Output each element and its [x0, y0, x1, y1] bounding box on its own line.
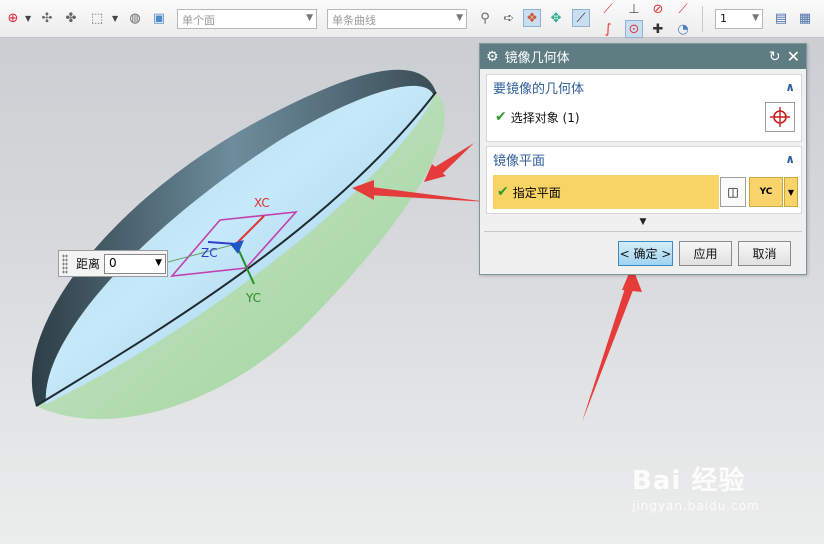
select-object-row[interactable]: ✔ 选择对象 (1) — [487, 99, 801, 135]
watermark-brand: Bai 经验 — [632, 466, 746, 496]
distance-box[interactable]: 距离 0 ▼ — [58, 250, 168, 277]
mirror-plane-group-header[interactable]: 镜像平面 ∧ — [487, 147, 801, 171]
ok-button[interactable]: < 确定 > — [618, 241, 673, 266]
plane-dialog-button[interactable]: ◫ — [720, 177, 746, 207]
mirror-geometry-dialog: ⚙ 镜像几何体 ↻ ✕ 要镜像的几何体 ∧ ✔ 选择对象 (1) 镜像平面 ∧ — [479, 43, 807, 275]
plane-row-wrap: ✔ 指定平面 ◫ YC ▼ — [487, 175, 801, 209]
cube-icon[interactable]: ▣ — [150, 9, 168, 27]
chevron-down-icon[interactable]: ▼ — [25, 14, 31, 23]
top-toolbar: ⊕ ▼ ✣ ✤ ⬚ ▼ ◍ ▣ 单个面 ▼ 单条曲线 ▼ ⚲ ➪ ❖ ✥ ⟋ ⟋… — [0, 0, 824, 38]
cancel-button[interactable]: 取消 — [738, 241, 791, 266]
plane-type-button[interactable]: YC — [749, 177, 783, 207]
geometry-group-title: 要镜像的几何体 — [493, 81, 585, 97]
plane-type-label: YC — [759, 187, 773, 197]
drag-handle-icon[interactable] — [62, 253, 68, 274]
zc-label: ZC — [201, 246, 218, 260]
chevron-down-icon: ▼ — [752, 13, 759, 23]
view-solid-icon[interactable]: ◍ — [126, 9, 144, 27]
plane-icon: ◫ — [727, 185, 739, 199]
curve-rule-value: 单条曲线 — [332, 14, 376, 27]
dialog-title-bar[interactable]: ⚙ 镜像几何体 ↻ ✕ — [480, 44, 806, 69]
filter-select-value: 单个面 — [182, 14, 215, 27]
quadrant-icon[interactable]: ⊘ — [649, 0, 667, 18]
specify-plane-label: 指定平面 — [512, 185, 561, 200]
chevron-up-icon[interactable]: ∧ — [785, 152, 795, 166]
mirror-plane-group-title: 镜像平面 — [493, 153, 546, 169]
distance-input[interactable]: 0 ▼ — [104, 253, 167, 274]
chevron-up-icon[interactable]: ∧ — [785, 80, 795, 94]
rectangle-select-icon[interactable]: ⬚ — [88, 9, 106, 27]
toolbar-divider — [702, 6, 703, 32]
geometry-group-header[interactable]: 要镜像的几何体 ∧ — [487, 75, 801, 99]
check-icon: ✔ — [495, 109, 507, 125]
specify-plane-row[interactable]: ✔ 指定平面 — [493, 175, 719, 209]
endpoint-icon[interactable]: ✥ — [547, 9, 565, 27]
curve-icon[interactable]: ∫ — [599, 20, 617, 38]
arrow-right-icon[interactable]: ➪ — [500, 9, 518, 27]
distance-value: 0 — [109, 255, 117, 270]
xc-label: XC — [254, 196, 270, 210]
dialog-title: 镜像几何体 — [504, 51, 570, 66]
snap-points-icon[interactable]: ❖ — [523, 9, 541, 27]
select-object-button[interactable] — [765, 102, 795, 132]
line-icon[interactable]: ⟋ — [572, 9, 590, 27]
zoom-window-icon[interactable]: ▤ — [772, 9, 790, 27]
reset-icon[interactable]: ↻ — [769, 49, 781, 65]
center-icon[interactable]: ⊙ — [625, 20, 643, 38]
scale-select-value: 1 — [720, 12, 727, 25]
baidu-watermark: Bai 经验 jingyan.baidu.com — [632, 460, 760, 513]
watermark-url: jingyan.baidu.com — [632, 499, 760, 513]
image-icon[interactable]: ▦ — [796, 9, 814, 27]
geometry-group: 要镜像的几何体 ∧ ✔ 选择对象 (1) — [486, 74, 802, 142]
select-object-label: 选择对象 (1) — [510, 110, 580, 125]
snap-point-icon[interactable]: ⊕ — [4, 9, 22, 27]
check-icon: ✔ — [497, 184, 509, 200]
chevron-down-icon[interactable]: ▼ — [112, 14, 118, 23]
yc-label: YC — [245, 291, 261, 305]
chevron-down-icon[interactable]: ▼ — [784, 177, 798, 207]
point-on-curve-icon[interactable]: ✚ — [649, 20, 667, 38]
more-options-icon[interactable]: ▼ — [480, 217, 806, 227]
distance-label: 距离 — [76, 257, 101, 271]
chevron-down-icon: ▼ — [306, 13, 313, 23]
intersection-icon[interactable]: ⊥ — [625, 0, 643, 18]
chevron-down-icon[interactable]: ▼ — [155, 258, 162, 268]
divider — [484, 231, 802, 232]
scale-select[interactable]: 1 ▼ — [715, 9, 763, 29]
filter-select[interactable]: 单个面 ▼ — [177, 9, 317, 29]
chevron-down-icon: ▼ — [456, 13, 463, 23]
tangent-icon[interactable]: ⟋ — [674, 0, 692, 18]
close-icon[interactable]: ✕ — [787, 47, 800, 66]
crosshair-icon — [770, 107, 790, 127]
rotate-icon[interactable]: ✣ — [38, 9, 56, 27]
filter-icon[interactable]: ⚲ — [476, 9, 494, 27]
gear-icon[interactable]: ⚙ — [486, 49, 499, 65]
face-icon[interactable]: ◔ — [674, 20, 692, 38]
curve-rule-select[interactable]: 单条曲线 ▼ — [327, 9, 467, 29]
select-tool-icon[interactable]: ✤ — [62, 9, 80, 27]
apply-button[interactable]: 应用 — [679, 241, 732, 266]
mirror-plane-group: 镜像平面 ∧ ✔ 指定平面 ◫ YC ▼ — [486, 146, 802, 214]
midpoint-icon[interactable]: ⟋ — [599, 0, 617, 18]
